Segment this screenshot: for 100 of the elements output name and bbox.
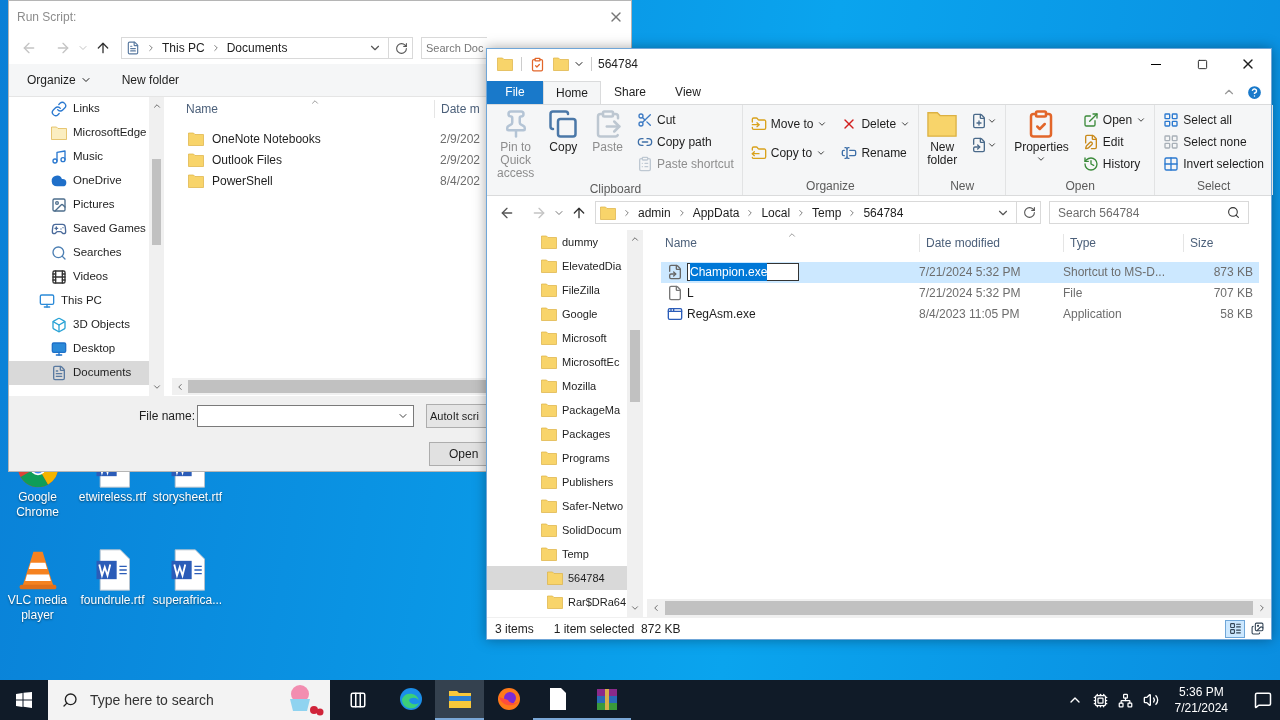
ribbon-button[interactable]: Delete <box>841 112 911 135</box>
nav-item[interactable]: Pictures <box>9 193 149 217</box>
nav-item[interactable]: Searches <box>9 241 149 265</box>
scrollbar-thumb[interactable] <box>630 329 640 402</box>
nav-item[interactable]: OneDrive <box>9 169 149 193</box>
tree-item[interactable]: Google <box>487 301 627 326</box>
tree-item[interactable]: Programs <box>487 445 627 470</box>
file-row[interactable]: OneNote Notebooks 2/9/202 <box>172 128 487 149</box>
ribbon-button[interactable]: Open <box>1082 108 1147 131</box>
file-name-field[interactable] <box>197 405 414 427</box>
nav-item[interactable]: Saved Games <box>9 217 149 241</box>
ribbon-button[interactable]: New folder <box>923 104 962 177</box>
breadcrumb-separator-icon <box>146 43 156 53</box>
taskbar-app-button[interactable] <box>435 680 484 720</box>
breadcrumb[interactable]: Temp <box>812 203 842 222</box>
horizontal-scrollbar[interactable] <box>647 599 1271 618</box>
tree-item[interactable]: Safer-Netwo <box>487 493 627 518</box>
file-row[interactable]: PowerShell 8/4/202 <box>172 170 487 191</box>
nav-item[interactable]: Music <box>9 145 149 169</box>
column-header[interactable]: Name <box>647 233 919 252</box>
nav-item[interactable]: Desktop <box>9 337 149 361</box>
file-row[interactable]: RegAsm.exe 8/4/2023 11:05 PM Application 58 KB <box>661 303 1259 325</box>
clock[interactable]: 5:36 PM 7/21/2024 <box>1168 684 1234 716</box>
tree-item[interactable]: Rar$DRa64 <box>487 589 627 614</box>
column-header[interactable]: Name <box>172 100 434 118</box>
column-header[interactable]: Size <box>1183 233 1253 252</box>
ribbon-button[interactable]: Copy to <box>750 141 828 164</box>
scrollbar-thumb[interactable] <box>152 158 161 245</box>
toolbar-button[interactable]: New folder <box>121 71 180 89</box>
breadcrumb[interactable]: Documents <box>226 39 288 57</box>
ribbon-button[interactable]: Rename <box>841 141 911 164</box>
ribbon-button[interactable]: Select all <box>1163 108 1264 131</box>
ribbon-button[interactable]: Move to <box>750 112 828 135</box>
breadcrumb[interactable]: Local <box>761 203 791 222</box>
desktop-icon-label[interactable]: storysheet.rtf <box>152 490 223 505</box>
file-type-select[interactable]: AutoIt scri <box>426 404 487 428</box>
scrollbar[interactable] <box>627 229 643 618</box>
tree-item[interactable]: dummy <box>487 229 627 254</box>
tree-item[interactable]: Microsoft <box>487 325 627 350</box>
dialog-button[interactable]: Open <box>429 442 489 466</box>
search-field[interactable]: Search 564784 <box>1049 201 1249 225</box>
desktop-icon-label[interactable]: superafrica... <box>152 593 223 608</box>
file-row[interactable]: Outlook Files 2/9/202 <box>172 149 487 170</box>
horizontal-scrollbar[interactable] <box>172 378 487 395</box>
details-view-button[interactable] <box>1225 619 1245 638</box>
scrollbar-thumb[interactable] <box>188 380 487 393</box>
file-row[interactable]: Champion.exe 7/21/2024 5:32 PM Shortcut to MS-D... 873 KB <box>661 261 1259 283</box>
ribbon-button[interactable]: Properties <box>1010 104 1073 177</box>
scrollbar[interactable] <box>149 97 164 396</box>
breadcrumb[interactable]: This PC <box>162 39 205 57</box>
breadcrumb[interactable]: 564784 <box>863 203 904 222</box>
nav-item[interactable]: Links <box>9 97 149 121</box>
nav-item[interactable]: Documents <box>9 361 149 385</box>
breadcrumb[interactable]: AppData <box>692 203 740 222</box>
ribbon-tab[interactable]: File <box>487 80 543 104</box>
ribbon-tab[interactable]: Home <box>543 80 601 104</box>
tree-item[interactable]: MicrosoftEc <box>487 349 627 374</box>
ribbon-button[interactable]: Cut <box>637 108 734 131</box>
tree-item[interactable]: Publishers <box>487 469 627 494</box>
tree-item[interactable]: SolidDocum <box>487 517 627 542</box>
nav-item[interactable]: MicrosoftEdge <box>9 121 149 145</box>
tree-item[interactable]: Mozilla <box>487 373 627 398</box>
tree-item[interactable]: 564784 <box>487 565 627 590</box>
file-date: 8/4/202 <box>439 172 481 190</box>
tree-item[interactable]: Packages <box>487 421 627 446</box>
ribbon-button[interactable]: Edit <box>1082 130 1147 153</box>
tree-item[interactable]: FileZilla <box>487 277 627 302</box>
breadcrumb[interactable]: admin <box>638 203 671 222</box>
scrollbar-thumb[interactable] <box>665 601 1253 616</box>
address-bar[interactable]: This PC Documents <box>121 37 413 59</box>
file-size: 873 KB <box>1212 264 1253 282</box>
file-name: PowerShell <box>212 172 273 190</box>
desktop-icon-label[interactable]: foundrule.rtf <box>80 593 145 608</box>
toolbar-button[interactable]: Organize <box>27 71 92 89</box>
column-header[interactable]: Date m <box>434 100 480 118</box>
address-bar[interactable]: admin AppData Local Temp 564784 <box>595 201 1041 225</box>
ribbon-tab[interactable]: View <box>659 80 717 104</box>
ribbon-tab[interactable]: Share <box>601 80 659 104</box>
nav-item-icon <box>51 269 67 285</box>
rename-field[interactable]: Champion.exe <box>687 263 799 282</box>
desktop-icon-label[interactable]: VLC media player <box>0 593 75 623</box>
ribbon-button[interactable]: Copy path <box>637 130 734 153</box>
tree-item[interactable]: Temp <box>487 541 627 566</box>
column-header[interactable]: Type <box>1063 233 1183 252</box>
nav-item[interactable]: This PC <box>9 289 149 313</box>
desktop-icon-label[interactable]: etwireless.rtf <box>78 490 147 505</box>
nav-item[interactable]: Videos <box>9 265 149 289</box>
ribbon-button[interactable]: Invert selection <box>1163 152 1264 175</box>
tree-item[interactable]: PackageMa <box>487 397 627 422</box>
up-button[interactable] <box>95 40 111 56</box>
taskbar-search-field[interactable]: Type here to search <box>48 680 330 720</box>
desktop-icon-label[interactable]: Google Chrome <box>0 490 75 520</box>
file-row[interactable]: L 7/21/2024 5:32 PM File 707 KB <box>661 282 1259 304</box>
nav-item[interactable]: 3D Objects <box>9 313 149 337</box>
ribbon-button[interactable]: Select none <box>1163 130 1264 153</box>
nav-item-icon <box>51 221 67 237</box>
tree-item[interactable]: ElevatedDia <box>487 253 627 278</box>
ribbon-button[interactable]: History <box>1082 152 1147 175</box>
ribbon-button[interactable]: Copy <box>544 104 583 180</box>
column-header[interactable]: Date modified <box>919 233 1063 252</box>
